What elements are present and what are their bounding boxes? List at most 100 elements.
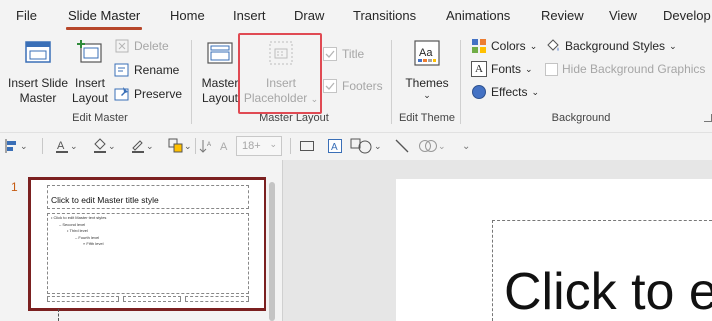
align-button[interactable]: ⌄ <box>4 137 28 155</box>
tab-view[interactable]: View <box>609 8 637 23</box>
scrollbar-thumb[interactable] <box>269 182 275 321</box>
date-placeholder <box>47 296 119 302</box>
merge-shapes-button[interactable]: ⌄ <box>418 137 446 155</box>
svg-text:A: A <box>331 142 338 153</box>
ribbon: Insert Slide Master Insert Layout Delete… <box>0 34 712 128</box>
background-group-label: Background <box>551 112 611 124</box>
insert-slide-master-label-2: Master <box>19 91 57 105</box>
more-options-icon: ⌄ <box>462 140 471 152</box>
insert-layout-button[interactable]: Insert Layout <box>70 38 110 106</box>
font-size-field[interactable]: 18+ ⌄ <box>236 136 282 156</box>
arrange-button[interactable]: ⌄ <box>168 137 192 155</box>
svg-text:A: A <box>57 140 65 152</box>
text-box-tool[interactable]: A <box>327 137 343 155</box>
chevron-down-icon: ⌄ <box>374 140 382 151</box>
chevron-down-icon: ⌄ <box>108 140 116 151</box>
text-direction-icon: A <box>220 141 228 153</box>
themes-icon: Aa <box>414 40 440 66</box>
edit-theme-group-label: Edit Theme <box>398 112 456 124</box>
tab-draw[interactable]: Draw <box>294 8 324 23</box>
drawing-toolbar: ⌄ A ⌄ ⌄ ⌄ ⌄ A A 18+ ⌄ A ⌄ ⌄ ⌄ <box>0 132 712 158</box>
bullet-level-1: • Click to edit Master text styles <box>51 215 107 220</box>
font-color-icon: A <box>56 140 68 153</box>
rectangle-tool[interactable] <box>299 137 315 155</box>
delete-icon <box>114 38 130 54</box>
insert-slide-master-label-1: Insert Slide <box>7 76 69 90</box>
hide-background-graphics-checkbox[interactable]: Hide Background Graphics <box>545 61 705 77</box>
text-direction-button[interactable]: A <box>218 137 232 155</box>
color-palette-icon <box>471 38 487 54</box>
slide-number: 1 <box>11 180 18 194</box>
fill-color-button[interactable]: ⌄ <box>92 137 116 155</box>
footers-checkbox[interactable]: Footers <box>322 78 383 94</box>
title-checkbox[interactable]: Title <box>322 46 364 62</box>
tab-slide-master[interactable]: Slide Master <box>68 8 140 23</box>
footer-placeholder <box>123 296 181 302</box>
sort-icon: A <box>199 140 211 153</box>
rename-button[interactable]: Rename <box>114 62 179 78</box>
themes-button[interactable]: Aa Themes ⌄ <box>402 38 452 100</box>
canvas-title-text: Click to e <box>504 263 712 321</box>
group-divider <box>460 40 461 124</box>
font-size-value: 18+ <box>242 140 261 152</box>
chevron-down-icon: ⌄ <box>525 64 533 74</box>
footers-checkbox-label: Footers <box>342 79 383 93</box>
master-layout-label-2: Layout <box>201 91 239 105</box>
checkbox-checked-icon <box>322 78 338 94</box>
tab-transitions[interactable]: Transitions <box>353 8 416 23</box>
align-left-icon <box>5 139 16 153</box>
delete-button[interactable]: Delete <box>114 38 169 54</box>
background-styles-button[interactable]: Background Styles ⌄ <box>545 38 677 54</box>
insert-layout-label-1: Insert <box>74 76 105 90</box>
preserve-button[interactable]: Preserve <box>114 86 182 102</box>
hide-background-graphics-label: Hide Background Graphics <box>562 62 706 76</box>
shapes-tool[interactable]: ⌄ <box>350 137 382 155</box>
font-color-button[interactable]: A ⌄ <box>54 137 78 155</box>
colors-button[interactable]: Colors ⌄ <box>471 38 537 54</box>
customize-toolbar-button[interactable]: ⌄ <box>462 137 470 155</box>
chevron-down-icon: ⌄ <box>184 140 192 151</box>
thumbnail-title: Click to edit Master title style <box>51 195 159 205</box>
effects-button[interactable]: Effects ⌄ <box>471 84 539 100</box>
tab-file[interactable]: File <box>16 8 37 23</box>
tab-home[interactable]: Home <box>170 8 205 23</box>
line-tool[interactable] <box>394 137 410 155</box>
chevron-down-icon: ⌄ <box>20 140 28 151</box>
fonts-button[interactable]: A Fonts ⌄ <box>471 61 533 77</box>
font-icon: A <box>471 61 487 77</box>
master-layout-icon <box>207 42 233 64</box>
title-checkbox-label: Title <box>342 47 365 61</box>
connector-line <box>58 309 59 321</box>
bullet-level-5: » Fifth level <box>83 241 104 246</box>
tab-review[interactable]: Review <box>541 8 584 23</box>
dialog-launcher-icon[interactable] <box>704 114 712 122</box>
active-tab-indicator <box>66 27 142 30</box>
svg-text:Aa: Aa <box>419 47 433 59</box>
arrange-icon <box>168 138 183 153</box>
effects-label: Effects <box>491 85 528 99</box>
thumbnail-scrollbar[interactable] <box>266 162 278 321</box>
highlight-box <box>238 33 322 114</box>
slide-thumbnail[interactable]: Click to edit Master title style • Click… <box>28 177 267 311</box>
tab-developer[interactable]: Develop <box>663 8 711 23</box>
chevron-down-icon: ⌄ <box>269 139 277 149</box>
tab-animations[interactable]: Animations <box>446 8 510 23</box>
insert-layout-icon <box>77 40 102 63</box>
pin-icon <box>114 86 130 102</box>
toolbar-divider <box>195 138 196 154</box>
tab-insert[interactable]: Insert <box>233 8 266 23</box>
insert-slide-master-button[interactable]: Insert Slide Master <box>6 38 70 106</box>
preserve-label: Preserve <box>134 87 183 101</box>
checkbox-icon <box>545 62 558 76</box>
chevron-down-icon: ⌄ <box>70 140 78 151</box>
merge-shapes-icon <box>419 140 437 152</box>
rename-label: Rename <box>134 63 180 77</box>
colors-label: Colors <box>491 39 526 53</box>
slide-number-placeholder <box>185 296 249 302</box>
chevron-down-icon: ⌄ <box>669 41 677 51</box>
master-layout-button[interactable]: Master Layout <box>198 38 242 106</box>
outline-color-button[interactable]: ⌄ <box>130 137 154 155</box>
sort-button[interactable]: A <box>199 137 213 155</box>
line-icon <box>395 139 409 153</box>
chevron-down-icon: ⌄ <box>531 87 540 97</box>
